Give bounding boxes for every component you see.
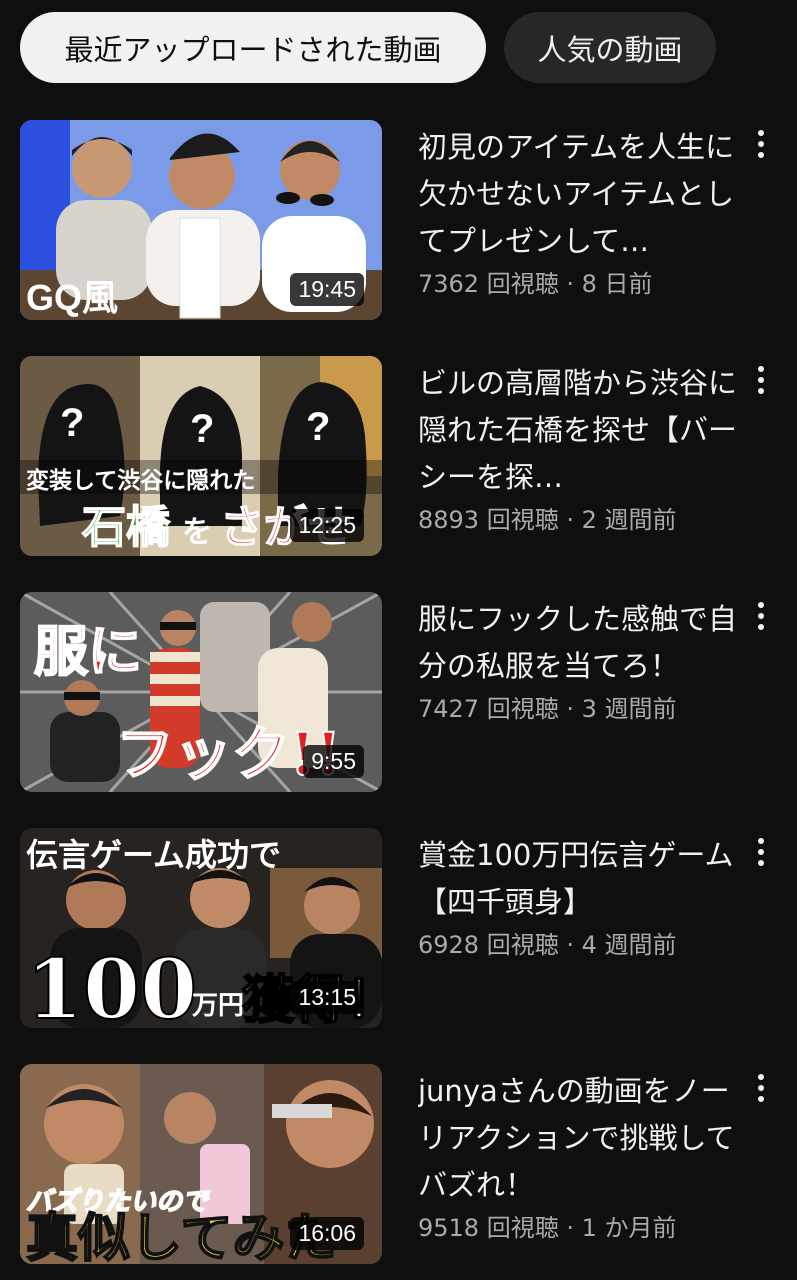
thumbnail-caption-top: 変装して渋谷に隠れた — [26, 467, 255, 494]
view-count: 7362 回視聴 — [418, 270, 559, 298]
video-info: 服にフックした感触で自分の私服を当てろ！ 7427 回視聴 · 3 週間前 — [418, 596, 738, 726]
more-options-icon[interactable] — [747, 1068, 775, 1108]
video-thumbnail[interactable]: GQ風 19:45 — [20, 120, 382, 320]
thumbnail-caption-1: 服に — [34, 619, 142, 683]
filter-chips: 最近アップロードされた動画 人気の動画 — [20, 12, 716, 83]
view-count: 7427 回視聴 — [418, 695, 559, 723]
upload-age: 2 週間前 — [581, 506, 677, 534]
chip-popular[interactable]: 人気の動画 — [504, 12, 716, 83]
more-options-icon[interactable] — [747, 124, 775, 164]
video-item[interactable]: 伝言ゲーム成功で 100 万円 獲得！？ 13:15 賞金100万円伝言ゲーム【… — [0, 828, 797, 1028]
video-duration: 9:55 — [303, 745, 364, 778]
video-duration: 16:06 — [290, 1217, 364, 1250]
video-title[interactable]: 服にフックした感触で自分の私服を当てろ！ — [418, 596, 738, 690]
upload-age: 8 日前 — [581, 270, 653, 298]
view-count: 6928 回視聴 — [418, 931, 559, 959]
video-title[interactable]: junyaさんの動画をノーリアクションで挑戦してバズれ！ — [418, 1068, 738, 1209]
video-title[interactable]: ビルの高層階から渋谷に隠れた石橋を探せ【バーシーを探… — [418, 360, 738, 501]
video-info: ビルの高層階から渋谷に隠れた石橋を探せ【バーシーを探… 8893 回視聴 · 2… — [418, 360, 738, 537]
view-count: 8893 回視聴 — [418, 506, 559, 534]
thumbnail-caption-big: 100 — [26, 942, 197, 1028]
more-options-icon[interactable] — [747, 360, 775, 400]
video-info: junyaさんの動画をノーリアクションで挑戦してバズれ！ 9518 回視聴 · … — [418, 1068, 738, 1245]
upload-age: 3 週間前 — [581, 695, 677, 723]
video-item[interactable]: GQ風 19:45 初見のアイテムを人生に欠かせないアイテムとしてプレゼンして…… — [0, 120, 797, 320]
video-thumbnail[interactable]: ? ? ? 変装して渋谷に隠れた 石橋 を さがせ 12:25 — [20, 356, 382, 556]
video-meta: 7427 回視聴 · 3 週間前 — [418, 695, 677, 723]
video-item[interactable]: 服に フック!! 9:55 服にフックした感触で自分の私服を当てろ！ 7427 … — [0, 592, 797, 792]
thumbnail-caption-white: を — [182, 515, 212, 550]
svg-text:?: ? — [306, 405, 330, 449]
video-meta: 8893 回視聴 · 2 週間前 — [418, 506, 677, 534]
view-count: 9518 回視聴 — [418, 1214, 559, 1242]
video-info: 賞金100万円伝言ゲーム【四千頭身】 6928 回視聴 · 4 週間前 — [418, 832, 738, 962]
svg-text:?: ? — [190, 407, 214, 451]
chip-recent-uploads[interactable]: 最近アップロードされた動画 — [20, 12, 486, 83]
thumbnail-caption-green: 石橋 — [82, 502, 170, 553]
thumbnail-caption-unit: 万円 — [192, 991, 244, 1021]
video-thumbnail[interactable]: バズりたいので 真似してみた 16:06 — [20, 1064, 382, 1264]
video-meta: 9518 回視聴 · 1 か月前 — [418, 1214, 677, 1242]
thumbnail-caption: GQ風 — [26, 277, 118, 318]
video-title[interactable]: 初見のアイテムを人生に欠かせないアイテムとしてプレゼンして… — [418, 124, 738, 265]
upload-age: 4 週間前 — [581, 931, 677, 959]
video-thumbnail[interactable]: 服に フック!! 9:55 — [20, 592, 382, 792]
more-options-icon[interactable] — [747, 596, 775, 636]
video-thumbnail[interactable]: 伝言ゲーム成功で 100 万円 獲得！？ 13:15 — [20, 828, 382, 1028]
video-meta: 6928 回視聴 · 4 週間前 — [418, 931, 677, 959]
video-duration: 19:45 — [290, 273, 364, 306]
thumbnail-caption-top: 伝言ゲーム成功で — [26, 836, 281, 874]
video-duration: 13:15 — [290, 981, 364, 1014]
video-duration: 12:25 — [290, 509, 364, 542]
more-options-icon[interactable] — [747, 832, 775, 872]
video-item[interactable]: バズりたいので 真似してみた 16:06 junyaさんの動画をノーリアクション… — [0, 1064, 797, 1264]
video-meta: 7362 回視聴 · 8 日前 — [418, 270, 653, 298]
video-title[interactable]: 賞金100万円伝言ゲーム【四千頭身】 — [418, 832, 738, 926]
video-info: 初見のアイテムを人生に欠かせないアイテムとしてプレゼンして… 7362 回視聴 … — [418, 124, 738, 301]
upload-age: 1 か月前 — [581, 1214, 677, 1242]
svg-text:?: ? — [60, 401, 84, 445]
video-item[interactable]: ? ? ? 変装して渋谷に隠れた 石橋 を さがせ 12:25 ビルの高層階から… — [0, 356, 797, 556]
